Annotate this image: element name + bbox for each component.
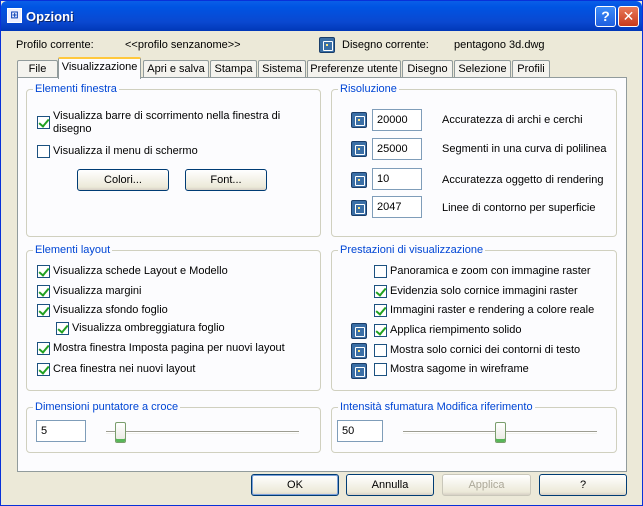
crosshair-slider-track[interactable] bbox=[106, 431, 299, 434]
crosshair-size-input[interactable]: 5 bbox=[36, 420, 86, 442]
xref-fading-slider-thumb[interactable] bbox=[495, 422, 506, 443]
arc-circle-smoothness-input[interactable]: 20000 bbox=[372, 109, 422, 131]
tab-selezione[interactable]: Selezione bbox=[454, 60, 511, 78]
page-setup-checkbox[interactable] bbox=[37, 342, 50, 355]
profile-label: Profilo corrente: bbox=[16, 39, 94, 51]
contour-lines-label: Linee di contorno per superficie bbox=[442, 202, 596, 214]
scrollbars-label-1: Visualizza barre di scorrimento nella fi… bbox=[53, 110, 281, 122]
font-button[interactable]: Font... bbox=[185, 169, 267, 191]
close-icon[interactable]: ✕ bbox=[618, 6, 639, 27]
polyline-segments-label: Segmenti in una curva di polilinea bbox=[442, 143, 607, 155]
colors-button[interactable]: Colori... bbox=[77, 169, 169, 191]
true-color-checkbox[interactable] bbox=[374, 304, 387, 317]
paper-shadow-label: Visualizza ombreggiatura foglio bbox=[72, 322, 225, 334]
title-bar[interactable]: ⊞ Opzioni ? ✕ bbox=[1, 1, 642, 31]
tab-preferenze-utente[interactable]: Preferenze utente bbox=[307, 60, 401, 78]
silhouettes-label: Mostra sagome in wireframe bbox=[390, 363, 529, 375]
layout-model-tabs-checkbox[interactable] bbox=[37, 265, 50, 278]
layout-elements-title: Elementi layout bbox=[35, 244, 111, 256]
paper-background-checkbox[interactable] bbox=[37, 304, 50, 317]
drawing-icon bbox=[319, 37, 335, 53]
cancel-button[interactable]: Annulla bbox=[346, 474, 434, 496]
ok-button[interactable]: OK bbox=[251, 474, 339, 496]
drawing-setting-icon bbox=[351, 141, 367, 157]
drawing-setting-icon bbox=[351, 363, 367, 379]
create-viewport-checkbox[interactable] bbox=[37, 363, 50, 376]
display-performance-title: Prestazioni di visualizzazione bbox=[340, 244, 484, 256]
page-setup-label: Mostra finestra Imposta pagina per nuovi… bbox=[53, 342, 285, 354]
drawing-setting-icon bbox=[351, 323, 367, 339]
drawing-setting-icon bbox=[351, 343, 367, 359]
solid-fill-label: Applica riempimento solido bbox=[390, 324, 522, 336]
raster-pan-zoom-checkbox[interactable] bbox=[374, 265, 387, 278]
tab-disegno[interactable]: Disegno bbox=[402, 60, 453, 78]
tab-file[interactable]: File bbox=[17, 60, 58, 78]
crosshair-slider-thumb[interactable] bbox=[115, 422, 126, 443]
text-frame-label: Mostra solo cornici dei contorni di test… bbox=[390, 344, 581, 356]
apply-button[interactable]: Applica bbox=[442, 474, 531, 496]
screen-menu-checkbox[interactable] bbox=[37, 145, 50, 158]
help-icon[interactable]: ? bbox=[595, 6, 616, 27]
polyline-segments-input[interactable]: 25000 bbox=[372, 138, 422, 160]
drawing-value: pentagono 3d.dwg bbox=[454, 39, 545, 51]
raster-frame-checkbox[interactable] bbox=[374, 285, 387, 298]
xref-fading-input[interactable]: 50 bbox=[337, 420, 383, 442]
window-title: Opzioni bbox=[26, 9, 74, 24]
tab-sistema[interactable]: Sistema bbox=[258, 60, 306, 78]
scrollbars-label-2: disegno bbox=[53, 123, 92, 135]
window-elements-group: Elementi finestra bbox=[26, 83, 321, 237]
text-frame-checkbox[interactable] bbox=[374, 344, 387, 357]
tab-profili[interactable]: Profili bbox=[512, 60, 550, 78]
window-elements-title: Elementi finestra bbox=[35, 83, 117, 95]
help-button[interactable]: ? bbox=[539, 474, 627, 496]
tab-stampa[interactable]: Stampa bbox=[210, 60, 257, 78]
silhouettes-checkbox[interactable] bbox=[374, 363, 387, 376]
drawing-setting-icon bbox=[351, 200, 367, 216]
scrollbars-checkbox[interactable] bbox=[37, 116, 50, 129]
crosshair-title: Dimensioni puntatore a croce bbox=[35, 401, 179, 413]
paper-background-label: Visualizza sfondo foglio bbox=[53, 304, 168, 316]
layout-model-tabs-label: Visualizza schede Layout e Modello bbox=[53, 265, 228, 277]
screen-menu-label: Visualizza il menu di schermo bbox=[53, 145, 198, 157]
margins-checkbox[interactable] bbox=[37, 285, 50, 298]
margins-label: Visualizza margini bbox=[53, 285, 142, 297]
contour-lines-input[interactable]: 2047 bbox=[372, 196, 422, 218]
true-color-label: Immagini raster e rendering a colore rea… bbox=[390, 304, 595, 316]
create-viewport-label: Crea finestra nei nuovi layout bbox=[53, 363, 196, 375]
tab-visualizzazione[interactable]: Visualizzazione bbox=[58, 57, 141, 79]
xref-fading-title: Intensità sfumatura Modifica riferimento bbox=[340, 401, 533, 413]
rendering-smoothness-label: Accuratezza oggetto di rendering bbox=[442, 174, 604, 186]
app-icon: ⊞ bbox=[7, 8, 22, 23]
profile-value: <<profilo senzanome>> bbox=[125, 39, 241, 51]
drawing-setting-icon bbox=[351, 172, 367, 188]
paper-shadow-checkbox[interactable] bbox=[56, 322, 69, 335]
options-dialog: ⊞ Opzioni ? ✕ Profilo corrente: <<profil… bbox=[0, 0, 643, 506]
solid-fill-checkbox[interactable] bbox=[374, 324, 387, 337]
raster-frame-label: Evidenzia solo cornice immagini raster bbox=[390, 285, 578, 297]
rendering-smoothness-input[interactable]: 10 bbox=[372, 168, 422, 190]
resolution-title: Risoluzione bbox=[340, 83, 397, 95]
arc-circle-smoothness-label: Accuratezza di archi e cerchi bbox=[442, 114, 583, 126]
drawing-label: Disegno corrente: bbox=[342, 39, 429, 51]
tab-apri-e-salva[interactable]: Apri e salva bbox=[143, 60, 209, 78]
drawing-setting-icon bbox=[351, 112, 367, 128]
raster-pan-zoom-label: Panoramica e zoom con immagine raster bbox=[390, 265, 591, 277]
